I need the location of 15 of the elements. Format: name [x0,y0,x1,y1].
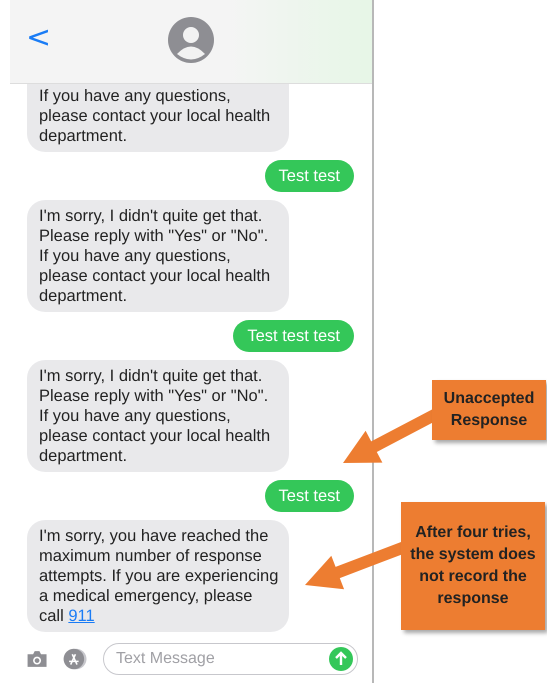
send-icon[interactable] [329,647,353,671]
received-message: If you have any questions, please contact your local health department. [27,84,289,152]
annotation-callout: Unaccepted Response [432,380,546,440]
received-message: I'm sorry, you have reached the maximum number of response attempts. If you are experiencing a medical emergency, please call 911 [27,520,289,632]
sent-message: Test test [264,480,354,512]
camera-icon[interactable] [26,648,48,670]
back-button[interactable]: < [20,22,58,54]
message-input[interactable]: Text Message [103,643,358,675]
phone-link[interactable]: 911 [68,607,95,625]
avatar-icon [168,17,214,63]
sent-message: Test test test [233,320,354,352]
received-message: I'm sorry, I didn't quite get that. Please reply with "Yes" or "No". If you have any questions, please contact your local health department. [27,360,289,472]
sent-message: Test test [264,160,354,192]
received-message: I'm sorry, I didn't quite get that. Please reply with "Yes" or "No". If you have any questions, please contact your local health department. [27,200,289,312]
annotation-callout: After four tries, the system does not record the response [401,502,545,630]
